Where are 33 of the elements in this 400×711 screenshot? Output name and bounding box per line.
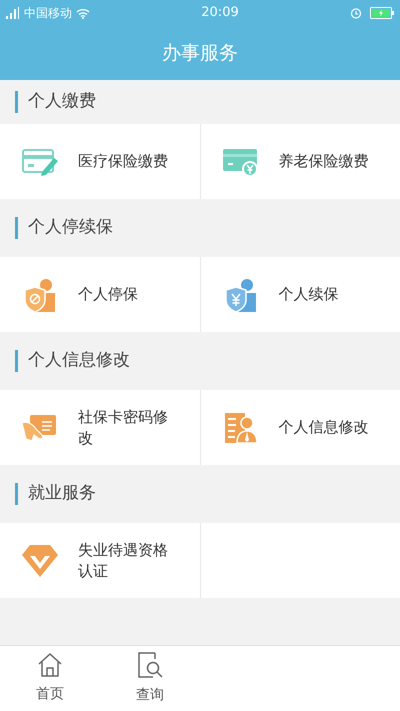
person-shield-icon — [224, 278, 256, 312]
service-tile[interactable]: 个人信息修改 — [200, 390, 400, 465]
card-yen-icon — [222, 148, 258, 176]
wifi-icon — [76, 8, 90, 18]
document-person-icon — [224, 412, 256, 442]
alarm-icon — [350, 7, 362, 19]
service-tile[interactable]: 失业待遇资格认证 — [0, 523, 200, 598]
section-title: 个人停续保 — [28, 216, 113, 240]
section-marker — [15, 483, 18, 505]
section-title: 个人信息修改 — [28, 349, 130, 372]
card-pen-icon — [22, 148, 58, 176]
section-marker — [15, 350, 18, 372]
service-tile[interactable]: 医疗保险缴费 — [0, 124, 200, 199]
section-title: 就业服务 — [28, 482, 96, 506]
hand-card-icon — [22, 412, 58, 442]
page-title: 办事服务 — [162, 40, 238, 66]
tab-item[interactable]: 首页 — [0, 646, 100, 711]
tab-item[interactable]: 查询 — [100, 646, 200, 711]
service-tile[interactable]: 养老保险缴费 — [200, 124, 400, 199]
service-tile[interactable]: 社保卡密码修改 — [0, 390, 200, 465]
status-time: 20:09 — [201, 4, 239, 22]
service-tile[interactable]: 个人停保 — [0, 257, 200, 332]
section-marker — [15, 91, 18, 113]
section-marker — [15, 217, 18, 239]
signal-icon — [6, 7, 20, 19]
home-icon — [37, 652, 63, 678]
diamond-v-icon — [22, 544, 58, 578]
carrier-name: 中国移动 — [24, 5, 72, 22]
search-icon — [137, 651, 163, 679]
battery-icon — [370, 7, 394, 19]
section-title: 个人缴费 — [28, 90, 96, 114]
person-shield-icon — [24, 278, 56, 312]
service-tile[interactable]: 个人续保 — [200, 257, 400, 332]
